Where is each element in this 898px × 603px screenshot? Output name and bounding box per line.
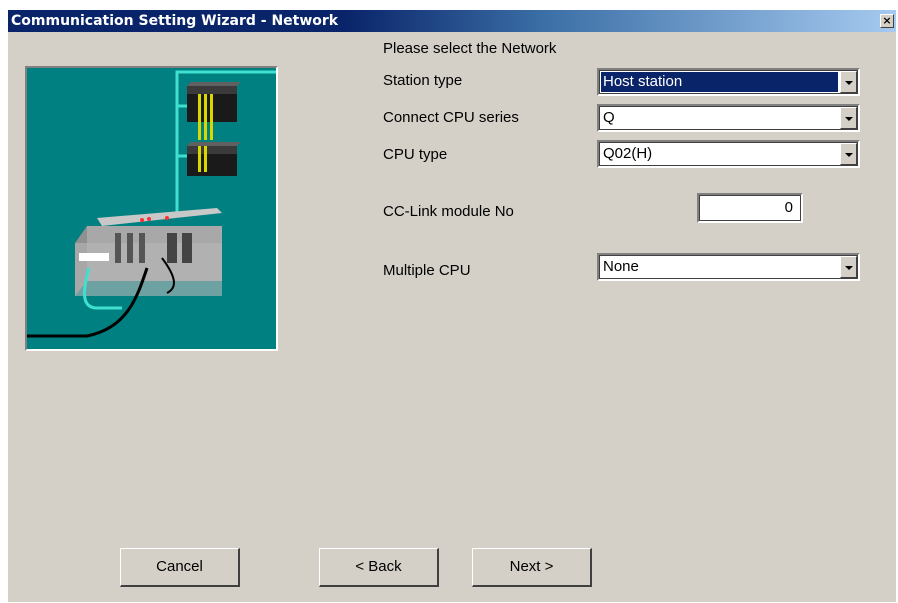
wizard-dialog: Communication Setting Wizard - Network × <box>8 10 896 602</box>
back-button[interactable]: < Back <box>319 548 439 587</box>
station-type-value: Host station <box>601 72 838 92</box>
title-bar[interactable]: Communication Setting Wizard - Network × <box>8 10 896 32</box>
cpu-type-label: CPU type <box>383 146 448 163</box>
multiple-cpu-select[interactable]: None <box>597 253 860 281</box>
station-type-select[interactable]: Host station <box>597 68 860 96</box>
cancel-button[interactable]: Cancel <box>120 548 240 587</box>
connect-cpu-series-select[interactable]: Q <box>597 104 860 132</box>
cpu-type-value: Q02(H) <box>603 145 653 162</box>
cc-link-module-input[interactable]: 0 <box>697 193 803 223</box>
cpu-type-select[interactable]: Q02(H) <box>597 140 860 168</box>
multiple-cpu-label: Multiple CPU <box>383 262 471 279</box>
dropdown-arrow-icon[interactable] <box>840 71 857 93</box>
cc-link-module-label: CC-Link module No <box>383 203 514 220</box>
dropdown-arrow-icon[interactable] <box>840 256 857 278</box>
network-illustration <box>25 66 278 351</box>
dropdown-arrow-icon[interactable] <box>840 143 857 165</box>
close-icon[interactable]: × <box>880 14 894 28</box>
dropdown-arrow-icon[interactable] <box>840 107 857 129</box>
next-button[interactable]: Next > <box>472 548 592 587</box>
network-prompt: Please select the Network <box>383 40 557 57</box>
connect-cpu-series-value: Q <box>603 109 615 126</box>
connect-cpu-series-label: Connect CPU series <box>383 109 519 126</box>
station-type-label: Station type <box>383 72 463 89</box>
window-title: Communication Setting Wizard - Network <box>11 13 339 29</box>
multiple-cpu-value: None <box>603 258 639 275</box>
